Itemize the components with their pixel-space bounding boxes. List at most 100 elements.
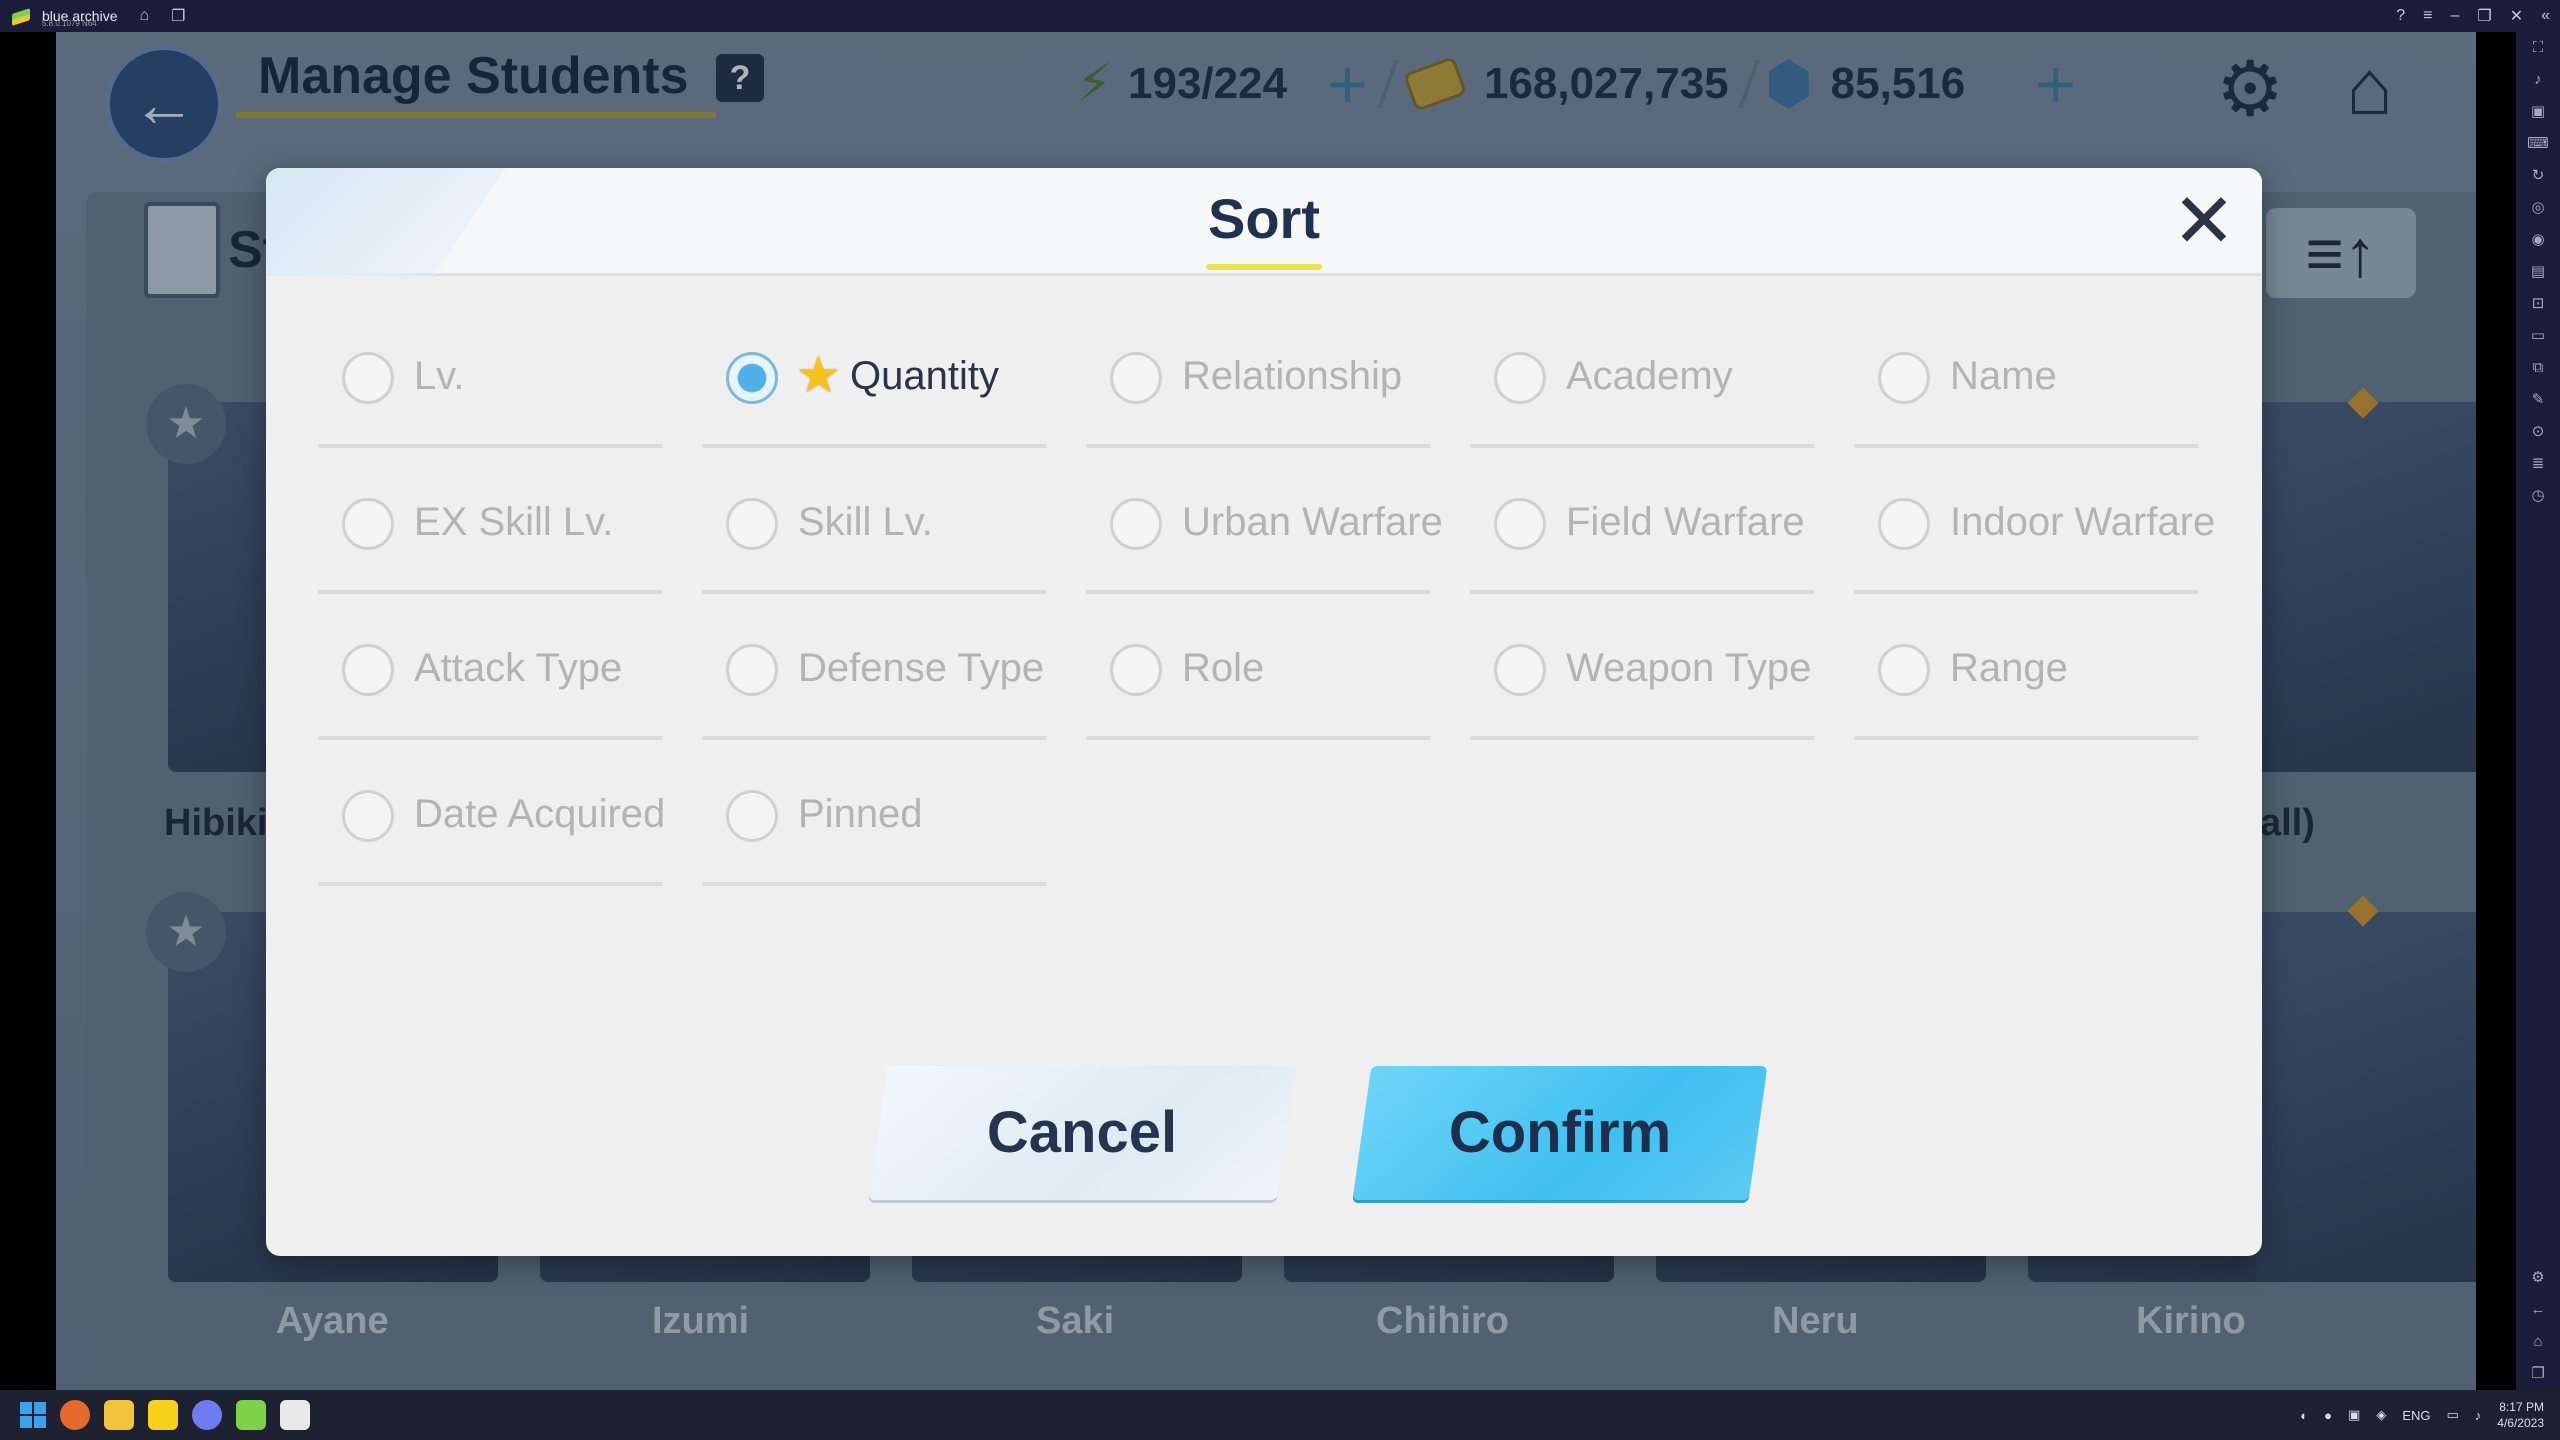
radio-button[interactable] [342, 352, 394, 404]
radio-button[interactable] [1110, 644, 1162, 696]
radio-button[interactable] [1878, 498, 1930, 550]
radio-button[interactable] [342, 790, 394, 842]
radio-button[interactable] [726, 790, 778, 842]
radio-button[interactable] [1878, 644, 1930, 696]
sort-dialog: Sort ✕ Lv. ★ Quantity Relationship Acade… [266, 168, 2262, 1256]
app-taskbar-icon[interactable] [280, 1400, 310, 1430]
confirm-button[interactable]: Confirm [1352, 1066, 1768, 1200]
clock-date: 4/6/2023 [2497, 1416, 2544, 1430]
android-home-icon[interactable]: ⌂ [2516, 1326, 2560, 1358]
steam-tray-icon[interactable]: ◈ [2376, 1407, 2386, 1423]
file-explorer-icon[interactable] [104, 1400, 134, 1430]
sticky-notes-icon[interactable] [148, 1400, 178, 1430]
radio-button[interactable] [342, 498, 394, 550]
radio-button[interactable] [726, 644, 778, 696]
discord-icon[interactable] [192, 1400, 222, 1430]
rotate-icon[interactable]: ↻ [2516, 160, 2560, 192]
copy-icon[interactable]: ⧉ [2516, 352, 2560, 384]
discord-tray-icon[interactable]: ◐ [2300, 1408, 2308, 1423]
app-version: 5.8.0.1079 N64 [42, 19, 97, 28]
windows-start-icon[interactable] [20, 1402, 46, 1428]
layers-icon[interactable]: ≣ [2516, 448, 2560, 480]
option-label: Attack Type [414, 646, 623, 690]
cancel-button[interactable]: Cancel [868, 1066, 1296, 1200]
confirm-button-label: Confirm [1448, 1100, 1672, 1165]
sort-option-weapon-type[interactable]: Weapon Type [1470, 600, 1814, 740]
tray-window-icon[interactable]: ▣ [2348, 1407, 2360, 1423]
help-icon[interactable]: ? [2396, 7, 2405, 25]
keyboard-icon[interactable]: ⌨ [2516, 128, 2560, 160]
option-label: EX Skill Lv. [414, 500, 614, 544]
close-window-icon[interactable]: ✕ [2510, 6, 2523, 26]
close-icon[interactable]: ✕ [2166, 184, 2242, 260]
firefox-icon[interactable] [60, 1400, 90, 1430]
recents-icon[interactable]: ❐ [2516, 1358, 2560, 1390]
volume-tray-icon[interactable]: ♪ [2475, 1408, 2482, 1423]
option-label: Pinned [798, 792, 923, 836]
option-label: Urban Warfare [1182, 500, 1443, 544]
location-icon[interactable]: ⊙ [2516, 416, 2560, 448]
radio-button[interactable] [1494, 498, 1546, 550]
radio-button[interactable] [1110, 352, 1162, 404]
sort-option-role[interactable]: Role [1086, 600, 1430, 740]
screenshot-icon[interactable]: ⊡ [2516, 288, 2560, 320]
folder-icon[interactable]: ▭ [2516, 320, 2560, 352]
media-icon[interactable]: ▣ [2516, 96, 2560, 128]
emulator-title-bar: blue archive 5.8.0.1079 N64 ⌂ ❐ ? ≡ – ❐ … [0, 0, 2560, 32]
radio-button[interactable] [726, 498, 778, 550]
sort-option-quantity[interactable]: ★ Quantity [702, 308, 1046, 448]
radio-button-selected[interactable] [726, 352, 778, 404]
back-icon[interactable]: ← [2516, 1294, 2560, 1326]
sort-option-defense-type[interactable]: Defense Type [702, 600, 1046, 740]
option-label: Weapon Type [1566, 646, 1812, 690]
gallery-icon[interactable]: ▤ [2516, 256, 2560, 288]
volume-icon[interactable]: ♪ [2516, 64, 2560, 96]
shake-icon[interactable]: ◎ [2516, 192, 2560, 224]
menu-icon[interactable]: ≡ [2423, 7, 2432, 25]
sort-option-academy[interactable]: Academy [1470, 308, 1814, 448]
restore-icon[interactable]: ❐ [2477, 6, 2491, 26]
bluestacks-taskbar-icon[interactable] [236, 1400, 266, 1430]
macro-icon[interactable]: ◷ [2516, 480, 2560, 512]
option-label: Academy [1566, 354, 1733, 398]
radio-button[interactable] [1494, 352, 1546, 404]
eco-icon[interactable]: ✎ [2516, 384, 2560, 416]
multi-instance-icon[interactable]: ❐ [171, 6, 185, 26]
option-label: Field Warfare [1566, 500, 1805, 544]
minimize-icon[interactable]: – [2450, 7, 2459, 25]
option-label: Relationship [1182, 354, 1403, 398]
sort-option-ex-skill-level[interactable]: EX Skill Lv. [318, 454, 662, 594]
sort-option-field-warfare[interactable]: Field Warfare [1470, 454, 1814, 594]
bluestacks-logo-icon [10, 5, 32, 27]
option-label: Name [1950, 354, 2057, 398]
home-icon[interactable]: ⌂ [140, 7, 150, 25]
fullscreen-icon[interactable]: ⛶ [2516, 32, 2560, 64]
language-indicator[interactable]: ENG [2402, 1408, 2430, 1423]
settings-icon[interactable]: ⚙ [2516, 1262, 2560, 1294]
dialog-header: Sort ✕ [266, 168, 2262, 276]
sort-option-level[interactable]: Lv. [318, 308, 662, 448]
sort-option-attack-type[interactable]: Attack Type [318, 600, 662, 740]
radio-button[interactable] [1878, 352, 1930, 404]
camera-icon[interactable]: ◉ [2516, 224, 2560, 256]
sort-option-range[interactable]: Range [1854, 600, 2198, 740]
cancel-button-label: Cancel [986, 1100, 1178, 1165]
sort-option-skill-level[interactable]: Skill Lv. [702, 454, 1046, 594]
radio-button[interactable] [1494, 644, 1546, 696]
windows-taskbar: ◐ ● ▣ ◈ ENG ▭ ♪ 8:17 PM 4/6/2023 [0, 1390, 2560, 1440]
option-label: Role [1182, 646, 1265, 690]
sort-option-pinned[interactable]: Pinned [702, 746, 1046, 886]
sort-option-indoor-warfare[interactable]: Indoor Warfare [1854, 454, 2215, 594]
sort-option-date-acquired[interactable]: Date Acquired [318, 746, 665, 886]
sort-option-urban-warfare[interactable]: Urban Warfare [1086, 454, 1443, 594]
collapse-sidebar-icon[interactable]: « [2541, 7, 2550, 25]
star-icon: ★ [796, 347, 841, 403]
title-underline [1206, 264, 1322, 270]
tray-app-icon[interactable]: ● [2324, 1408, 2332, 1423]
network-icon[interactable]: ▭ [2446, 1407, 2458, 1423]
radio-button[interactable] [1110, 498, 1162, 550]
sort-option-relationship[interactable]: Relationship [1086, 308, 1430, 448]
radio-button[interactable] [342, 644, 394, 696]
clock[interactable]: 8:17 PM 4/6/2023 [2497, 1399, 2544, 1431]
sort-option-name[interactable]: Name [1854, 308, 2198, 448]
